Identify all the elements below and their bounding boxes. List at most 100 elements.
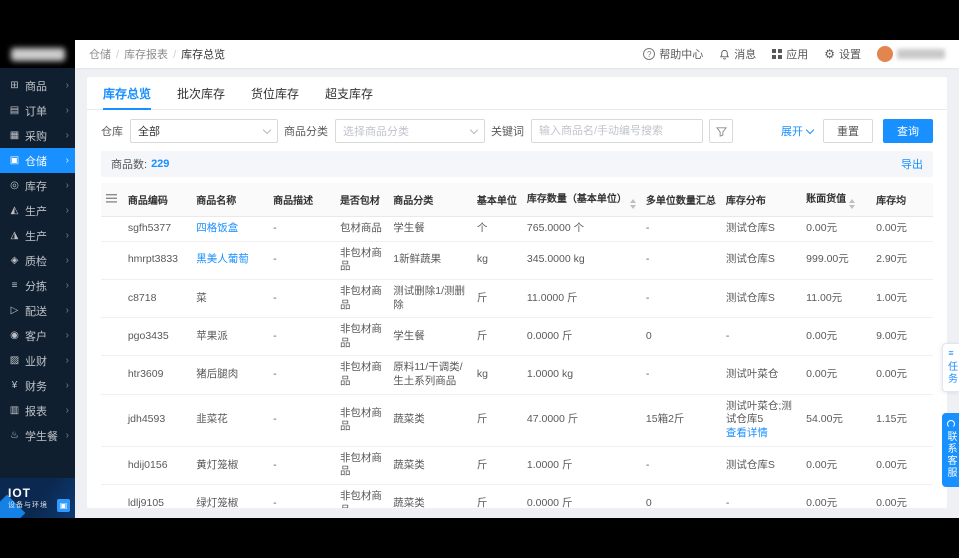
product-name-link[interactable]: 黑美人葡萄 xyxy=(196,253,249,265)
cell-category: 测试删除1/测删除 xyxy=(388,279,472,319)
column-header-value[interactable]: 账面货值 xyxy=(801,183,872,217)
sidebar-item-customer[interactable]: ◉ 客户 › xyxy=(0,323,75,348)
sidebar-item-reports[interactable]: ▥ 报表 › xyxy=(0,398,75,423)
column-label: 库存分布 xyxy=(725,196,766,207)
chevron-right-icon: › xyxy=(65,80,69,91)
help-center-button[interactable]: ? 帮助中心 xyxy=(643,46,703,62)
messages-button[interactable]: 消息 xyxy=(719,46,756,62)
sidebar-item-business-finance[interactable]: ▨ 业财 › xyxy=(0,348,75,373)
sidebar-item-label: 质检 xyxy=(25,255,47,268)
tab-4[interactable]: 超支库存 xyxy=(325,77,373,109)
sidebar-item-production-1[interactable]: ◭ 生产 › xyxy=(0,198,75,223)
filter-actions: 展开 重置 查询 xyxy=(781,119,933,143)
reset-button[interactable]: 重置 xyxy=(823,119,873,143)
table-row: hdij0156 黄灯笼椒 - 非包材商品 蔬菜类斤 1.0000 斤 - 测试仓库S 0.00… xyxy=(101,446,933,485)
cell-qty: 1.0000 斤 xyxy=(521,446,641,485)
column-label: 商品描述 xyxy=(273,196,314,207)
sidebar-item-inventory[interactable]: ◎ 库存 › xyxy=(0,173,75,198)
apps-button[interactable]: 应用 xyxy=(772,46,808,62)
cell-qty: 0.0000 斤 xyxy=(521,317,641,357)
column-header-unit: 基本单位 xyxy=(471,183,522,217)
advanced-filter-button[interactable] xyxy=(709,119,733,143)
inventory-table: 商品编码 商品名称 商品描述 是否包材 商品分类 基本单位 库存数量（基本单位） 多单位数量汇… xyxy=(101,183,933,508)
sidebar-item-sorting[interactable]: ≡ 分拣 › xyxy=(0,273,75,298)
cell-packaging: 非包材商品 xyxy=(334,394,389,447)
purchase-icon: ▦ xyxy=(9,130,20,141)
cell-code: pgo3435 xyxy=(122,317,192,357)
chevron-right-icon: › xyxy=(65,180,69,191)
topbar-actions: ? 帮助中心 消息 应用 ⚙ 设置 xyxy=(643,46,945,62)
topbar: 仓储 / 库存报表 / 库存总览 ? 帮助中心 消息 应用 ⚙ 设置 xyxy=(75,40,959,68)
chevron-right-icon: › xyxy=(65,205,69,216)
contact-support-float-button[interactable]: 联系客服 xyxy=(942,413,959,487)
row-settings-cell xyxy=(101,484,123,508)
chevron-right-icon: › xyxy=(65,355,69,366)
cell-avg: 9.00元 xyxy=(871,317,933,357)
export-button[interactable]: 导出 xyxy=(901,156,923,172)
sidebar-item-production-2[interactable]: ◮ 生产 › xyxy=(0,223,75,248)
column-label: 是否包材 xyxy=(339,196,380,207)
keyword-input[interactable] xyxy=(539,125,695,137)
column-header-avg: 库存均 xyxy=(871,183,933,217)
tab-3[interactable]: 货位库存 xyxy=(251,77,299,109)
tab-1[interactable]: 库存总览 xyxy=(103,77,152,110)
cell-value: 11.00元 xyxy=(801,279,872,319)
settings-label: 设置 xyxy=(839,49,861,61)
tab-2[interactable]: 批次库存 xyxy=(177,77,225,109)
table-row: pgo3435 苹果派 - 非包材商品 学生餐斤 0.0000 斤 0-0.00元 9.00元 xyxy=(101,317,933,357)
sidebar-item-orders[interactable]: ▤ 订单 › xyxy=(0,98,75,123)
cell-packaging: 非包材商品 xyxy=(334,484,389,508)
sidebar-item-delivery[interactable]: ▷ 配送 › xyxy=(0,298,75,323)
app-logo[interactable] xyxy=(0,40,75,68)
sidebar-item-finance[interactable]: ¥ 财务 › xyxy=(0,373,75,398)
app-logo-image xyxy=(10,47,65,61)
cell-dist: 测试仓库S xyxy=(720,446,802,485)
column-label: 多单位数量汇总 xyxy=(645,196,716,207)
customer-icon: ◉ xyxy=(10,330,19,341)
expand-filters-button[interactable]: 展开 xyxy=(781,123,815,139)
search-button[interactable]: 查询 xyxy=(883,119,933,143)
warehouse-select-value: 全部 xyxy=(138,126,160,138)
breadcrumb-item[interactable]: 库存总览 xyxy=(181,49,225,61)
iot-panel[interactable]: IOT 设备与环境 ▣ xyxy=(0,478,75,518)
sidebar-item-goods[interactable]: ⊞ 商品 › xyxy=(0,73,75,98)
column-header-qty[interactable]: 库存数量（基本单位） xyxy=(521,183,641,217)
settings-button[interactable]: ⚙ 设置 xyxy=(824,46,861,62)
sidebar-item-quality-check[interactable]: ◈ 质检 › xyxy=(0,248,75,273)
sort-icon[interactable] xyxy=(849,199,856,209)
category-select-placeholder: 选择商品分类 xyxy=(343,126,409,138)
sidebar-item-purchase[interactable]: ▦ 采购 › xyxy=(0,123,75,148)
apps-grid-icon xyxy=(772,49,783,59)
goods-icon: ⊞ xyxy=(10,80,19,91)
cell-value: 999.00元 xyxy=(801,241,872,280)
cell-packaging: 包材商品 xyxy=(334,216,389,242)
cell-code: hmrpt3833 xyxy=(122,241,192,280)
cell-unit: 个 xyxy=(471,216,522,242)
chevron-right-icon: › xyxy=(65,155,69,166)
column-header-dist: 库存分布 xyxy=(720,183,802,217)
distribution-text: 测试叶菜仓;测试仓库5 xyxy=(725,399,792,426)
column-header-packaging: 是否包材 xyxy=(334,183,389,217)
table-header-row: 商品编码 商品名称 商品描述 是否包材 商品分类 基本单位 库存数量（基本单位） 多单位数量汇… xyxy=(101,183,933,217)
sidebar-item-warehouse[interactable]: ▣ 仓储 › xyxy=(0,148,75,173)
task-float-button[interactable]: ≡ 任务 xyxy=(942,343,959,392)
breadcrumb-item[interactable]: 库存报表 xyxy=(124,49,168,61)
breadcrumb-item[interactable]: 仓储 xyxy=(89,49,111,61)
view-details-link[interactable]: 查看详情 xyxy=(726,427,796,441)
sidebar-item-label: 订单 xyxy=(25,105,47,118)
cell-packaging: 非包材商品 xyxy=(334,279,389,319)
cell-multi: - xyxy=(640,355,721,395)
cell-code: jdh4593 xyxy=(122,394,192,447)
sidebar-item-student-meal[interactable]: ♨ 学生餐 › xyxy=(0,423,75,448)
product-name-link[interactable]: 四格饭盒 xyxy=(196,222,238,234)
warehouse-select[interactable]: 全部 xyxy=(130,119,278,143)
chevron-right-icon: › xyxy=(65,430,69,441)
sort-icon[interactable] xyxy=(629,199,636,209)
user-account[interactable] xyxy=(877,46,945,62)
category-select[interactable]: 选择商品分类 xyxy=(335,119,485,143)
cell-code: hdij0156 xyxy=(122,446,192,485)
cell-unit: kg xyxy=(471,355,522,395)
sidebar-item-label: 业财 xyxy=(25,355,47,368)
cell-dist: 测试仓库S xyxy=(720,241,802,280)
column-settings-header[interactable] xyxy=(101,183,123,217)
